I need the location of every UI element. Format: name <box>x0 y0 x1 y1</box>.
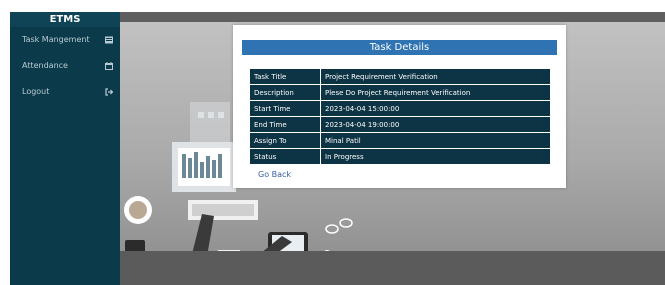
task-title-label: Task Title <box>249 68 321 85</box>
sidebar-item-attendance[interactable]: Attendance <box>10 53 120 79</box>
sidebar-item-logout[interactable]: Logout <box>10 79 120 105</box>
status-value: In Progress <box>320 148 551 165</box>
end-time-value: 2023-04-04 19:00:00 <box>320 116 551 133</box>
calendar-icon <box>105 62 113 70</box>
task-details-table: Task Title Project Requirement Verificat… <box>249 68 551 165</box>
sidebar-item-label: Logout <box>22 87 50 96</box>
start-time-label: Start Time <box>249 100 321 117</box>
description-label: Description <box>249 84 321 101</box>
end-time-label: End Time <box>249 116 321 133</box>
table-row: Assign To Minal Patil <box>249 132 551 149</box>
table-row: Description Plese Do Project Requirement… <box>249 84 551 101</box>
description-value: Plese Do Project Requirement Verificatio… <box>320 84 551 101</box>
brand-logo: ETMS <box>10 12 120 27</box>
table-row: Task Title Project Requirement Verificat… <box>249 68 551 85</box>
list-icon <box>105 36 113 44</box>
assign-to-value: Minal Patil <box>320 132 551 149</box>
sidebar-item-task-management[interactable]: Task Mangement <box>10 27 120 53</box>
logout-icon <box>105 88 113 96</box>
table-row: Start Time 2023-04-04 15:00:00 <box>249 100 551 117</box>
table-row: Status In Progress <box>249 148 551 165</box>
assign-to-label: Assign To <box>249 132 321 149</box>
start-time-value: 2023-04-04 15:00:00 <box>320 100 551 117</box>
status-label: Status <box>249 148 321 165</box>
top-bar <box>120 12 665 22</box>
modal-title: Task Details <box>242 40 557 55</box>
sidebar-item-label: Task Mangement <box>22 35 90 44</box>
task-title-value: Project Requirement Verification <box>320 68 551 85</box>
go-back-link[interactable]: Go Back <box>258 170 291 179</box>
table-row: End Time 2023-04-04 19:00:00 <box>249 116 551 133</box>
sidebar: ETMS Task Mangement Attendance Logout <box>10 12 120 285</box>
sidebar-item-label: Attendance <box>22 61 68 70</box>
floor-band <box>120 251 665 285</box>
task-details-modal: Task Details Task Title Project Requirem… <box>233 25 566 188</box>
